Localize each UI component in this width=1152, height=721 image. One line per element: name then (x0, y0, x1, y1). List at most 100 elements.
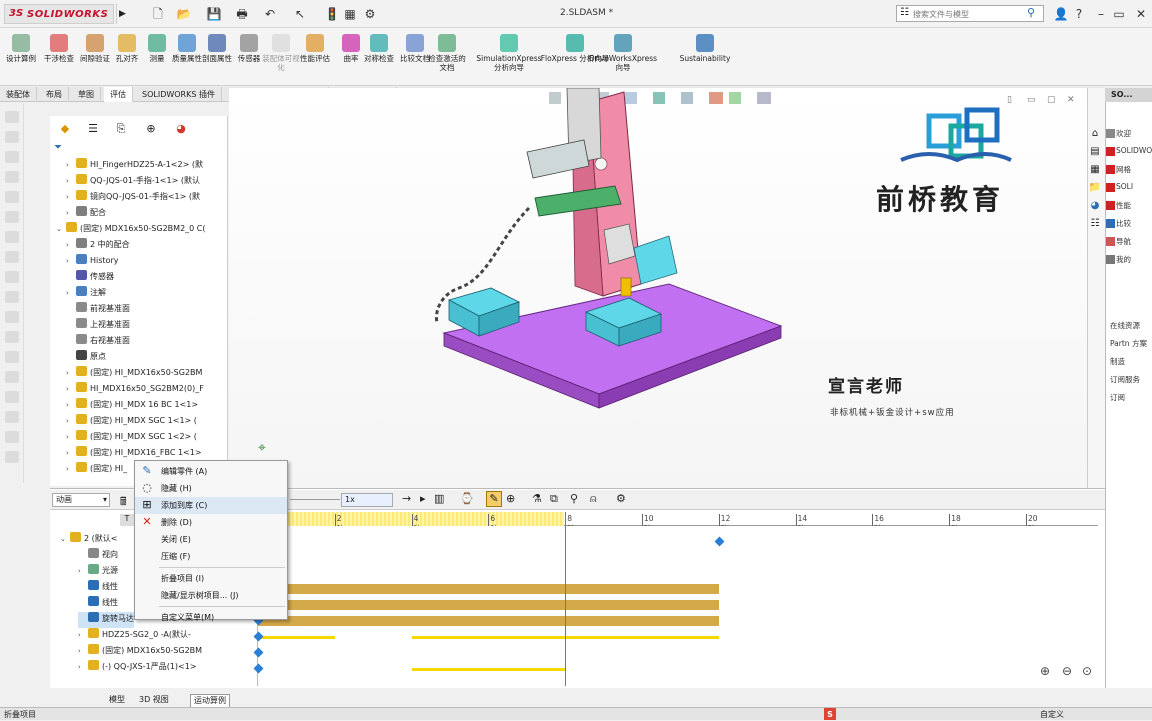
zoom-out-timeline-icon[interactable]: ⊖ (1062, 664, 1072, 678)
user-icon[interactable]: 👤 (1052, 5, 1070, 23)
cmd-sustainability-button[interactable]: Sustainability (670, 32, 740, 84)
expand-arrow-icon[interactable]: › (66, 289, 76, 297)
context-menu-item[interactable]: ✎ 编辑零件 (A) (135, 463, 287, 480)
feature-manager-tab-icon[interactable]: ◆ (54, 120, 76, 138)
timeline-slider[interactable] (290, 499, 340, 500)
filter-icon[interactable]: ⏷ (54, 142, 62, 153)
tab-3[interactable]: 评估 (104, 87, 133, 102)
cmd-driveworksxpress-button[interactable]: DriveWorksXpress 向导 (588, 32, 658, 84)
motion-tree-item[interactable]: 旋转马达 (78, 612, 134, 628)
tab-2[interactable]: 草图 (72, 87, 101, 102)
restore-icon[interactable]: ▭ (1110, 5, 1128, 23)
tab-0[interactable]: 装配体 (0, 87, 37, 102)
task-pane-section[interactable]: Partn 方案 (1110, 338, 1152, 349)
arrow-right-icon[interactable]: → (402, 492, 411, 505)
filter-tree-icon[interactable]: T (120, 514, 134, 526)
expand-arrow-icon[interactable]: › (66, 433, 76, 441)
tree-item[interactable]: › 配合 (66, 206, 106, 222)
cmd-interference-check-button[interactable]: 干涉检查 (40, 32, 78, 84)
playback-speed-select[interactable]: 1x (341, 493, 393, 507)
cmd-design-study-button[interactable]: 设计算例 (2, 32, 40, 84)
motion-tree-item[interactable]: › (固定) MDX16x50-SG2BM (78, 644, 202, 660)
left-tool-icon[interactable] (5, 171, 19, 183)
motion-tree-item[interactable]: › (-) QQ-JXS-1严品(1)<1> (78, 660, 197, 676)
task-pane-link[interactable]: 性能 (1116, 200, 1152, 211)
motion-properties-icon[interactable]: ⚙ (616, 492, 626, 505)
expand-arrow-icon[interactable]: › (66, 385, 76, 393)
task-pane-link[interactable]: 我的 (1116, 254, 1152, 265)
solidworks-logo[interactable]: 3S SOLIDWORKS (4, 4, 114, 24)
current-time-bar[interactable] (565, 512, 567, 686)
left-tool-icon[interactable] (5, 151, 19, 163)
resources-icon[interactable]: ▤ (1087, 144, 1103, 160)
zoom-in-timeline-icon[interactable]: ⊕ (1040, 664, 1050, 678)
expand-arrow-icon[interactable]: › (78, 567, 88, 575)
timeline-bar[interactable] (258, 584, 719, 594)
context-menu-item[interactable]: 折叠项目 (I) (135, 570, 287, 587)
autokey-icon[interactable]: ⌚ (460, 492, 474, 505)
zoom-fit-timeline-icon[interactable]: ⊙ (1082, 664, 1092, 678)
context-menu-item[interactable]: 自定义菜单(M) (135, 609, 287, 626)
home-icon[interactable]: ⌂ (1087, 126, 1103, 142)
tree-item[interactable]: › HI_MDX16x50_SG2BM2(0)_F (66, 382, 204, 398)
cmd-symmetry-check-button[interactable]: 对称检查 (360, 32, 398, 84)
left-tool-icon[interactable] (5, 351, 19, 363)
task-pane-section[interactable]: 订阅 (1110, 392, 1152, 403)
new-document-icon[interactable]: 🗋 (150, 6, 166, 22)
motion-tree-item[interactable]: ⌄ 2 (默认< (60, 532, 117, 548)
save-icon[interactable]: 💾 (206, 6, 222, 22)
motion-tree-item[interactable]: 视向 (78, 548, 118, 564)
context-menu-item[interactable]: 压缩 (F) (135, 548, 287, 565)
minimize-icon[interactable]: – (1092, 5, 1110, 23)
search-icon[interactable]: ⚲ (1027, 6, 1035, 19)
left-tool-icon[interactable] (5, 211, 19, 223)
bottom-tab[interactable]: 3D 视图 (136, 694, 172, 705)
ime-icon[interactable]: S (824, 708, 836, 720)
task-pane-section[interactable]: 制造 (1110, 356, 1152, 367)
tree-item[interactable]: 传感器 (66, 270, 114, 286)
add-key-icon[interactable]: ✎ (486, 491, 502, 507)
expand-arrow-icon[interactable]: › (66, 209, 76, 217)
left-tool-icon[interactable] (5, 191, 19, 203)
expand-arrow-icon[interactable]: › (66, 465, 76, 473)
left-tool-icon[interactable] (5, 411, 19, 423)
tree-item[interactable]: › History (66, 254, 118, 270)
expand-arrow-icon[interactable]: › (66, 257, 76, 265)
task-pane-header[interactable]: SO... (1105, 88, 1152, 102)
viewport-window-controls[interactable]: ▯ ▭ ▢ ✕ (1007, 95, 1075, 105)
tree-item[interactable]: › (固定) HI_MDX SGC 1<2> ( (66, 430, 197, 446)
options-gear-icon[interactable]: ⚙ (362, 6, 378, 22)
expand-arrow-icon[interactable]: › (78, 631, 88, 639)
search-scope-icon[interactable]: ☷ (900, 7, 909, 18)
file-explorer-icon[interactable]: 📁 (1087, 180, 1103, 196)
tree-item[interactable]: ⌄ (固定) MDX16x50-SG2BM2_0 C( (56, 222, 206, 238)
timeline-bar[interactable] (258, 636, 335, 639)
expand-arrow-icon[interactable]: ⌄ (60, 535, 70, 543)
gravity-icon[interactable]: ⚲ (570, 492, 578, 505)
undo-icon[interactable]: ↶ (262, 6, 278, 22)
left-tool-icon[interactable] (5, 371, 19, 383)
study-type-select[interactable]: 动画 ▾ (52, 493, 110, 507)
context-menu-item[interactable]: 隐藏/显示树项目... (J) (135, 587, 287, 604)
timeline-bar[interactable] (258, 600, 719, 610)
contact-icon[interactable]: ⧉ (550, 492, 558, 506)
custom-properties-icon[interactable]: ☷ (1087, 216, 1103, 232)
motion-tree-item[interactable]: 线性 (78, 580, 118, 596)
dimxpert-tab-icon[interactable]: ⊕ (140, 120, 162, 138)
display-manager-tab-icon[interactable]: ◕ (170, 120, 192, 138)
task-pane-section[interactable]: 在线资源 (1110, 320, 1152, 331)
expand-arrow-icon[interactable]: › (66, 193, 76, 201)
task-pane-link[interactable]: SOLIDWORKS (1116, 146, 1152, 155)
animation-wizard-icon[interactable]: ▥ (434, 492, 444, 505)
cmd-simulationxpress-button[interactable]: SimulationXpress 分析向导 (474, 32, 544, 84)
timeline-bar[interactable] (258, 616, 719, 626)
context-menu-item[interactable]: 关闭 (E) (135, 531, 287, 548)
open-folder-icon[interactable]: 📂 (176, 6, 192, 22)
expand-arrow-icon[interactable]: › (78, 647, 88, 655)
appearances-icon[interactable]: ◕ (1087, 198, 1103, 214)
close-icon[interactable]: ✕ (1132, 5, 1150, 23)
tree-item[interactable]: 上视基准面 (66, 318, 130, 334)
left-tool-icon[interactable] (5, 131, 19, 143)
tree-item[interactable]: › (固定) HI_MDX16x50-SG2BM (66, 366, 202, 382)
rebuild-icon[interactable]: ▦ (342, 6, 358, 22)
